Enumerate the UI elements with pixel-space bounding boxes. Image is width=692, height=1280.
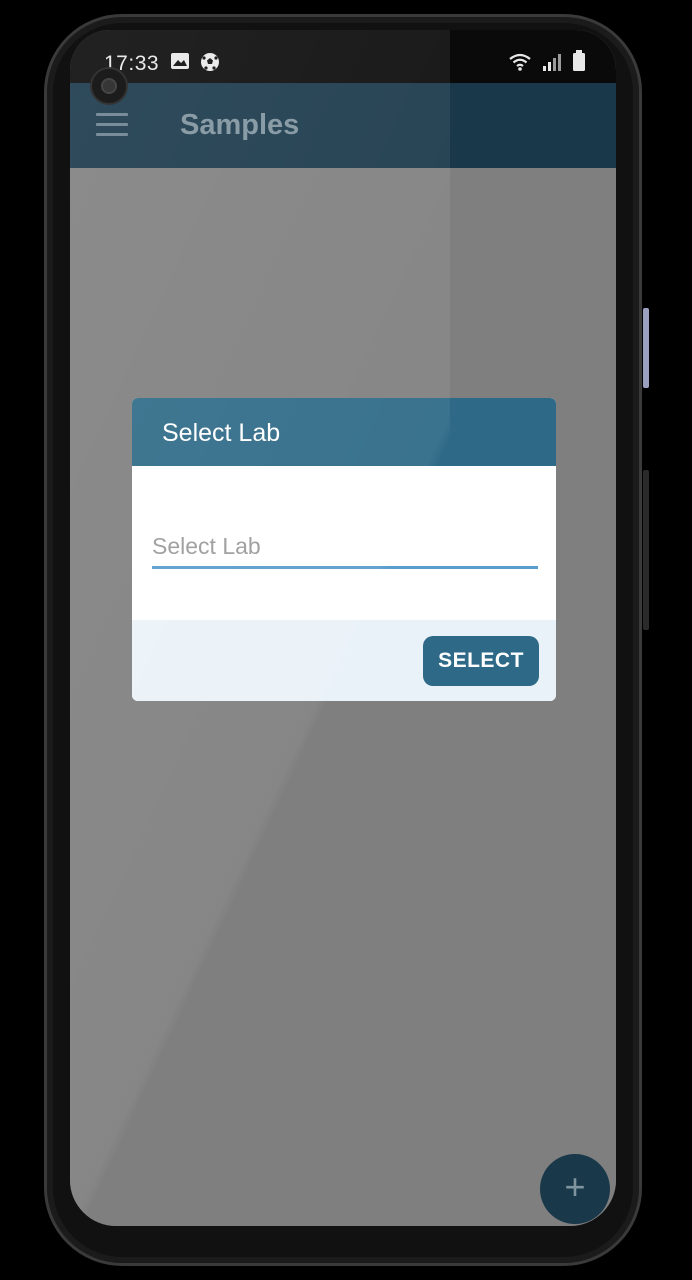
front-camera (90, 67, 128, 105)
status-system-icons (508, 50, 586, 72)
status-bar: 17:33 (70, 30, 616, 83)
select-button[interactable]: SELECT (423, 636, 539, 686)
app-bar: Samples (70, 83, 616, 168)
status-notification-icons (170, 52, 220, 72)
image-icon (171, 53, 189, 69)
soccer-ball-icon (201, 53, 219, 71)
page-title: Samples (180, 109, 300, 141)
device-frame: 17:33 Samples Select Lab Select Lab SELE… (0, 0, 692, 1280)
phone-screen: 17:33 Samples Select Lab Select Lab SELE… (70, 30, 616, 1226)
dialog-title: Select Lab (162, 419, 281, 447)
hamburger-menu-icon[interactable] (96, 113, 128, 137)
power-button (643, 470, 649, 630)
wifi-icon (509, 53, 531, 71)
dialog-header: Select Lab (132, 398, 556, 466)
battery-icon (573, 50, 585, 71)
dialog-footer: SELECT (132, 620, 556, 701)
volume-button (643, 308, 649, 388)
select-lab-input[interactable] (152, 526, 538, 569)
signal-icon (543, 54, 561, 71)
select-lab-dialog: Select Lab SELECT (132, 398, 556, 701)
plus-icon: + (564, 1166, 586, 1207)
add-sample-button[interactable]: + (540, 1154, 610, 1224)
